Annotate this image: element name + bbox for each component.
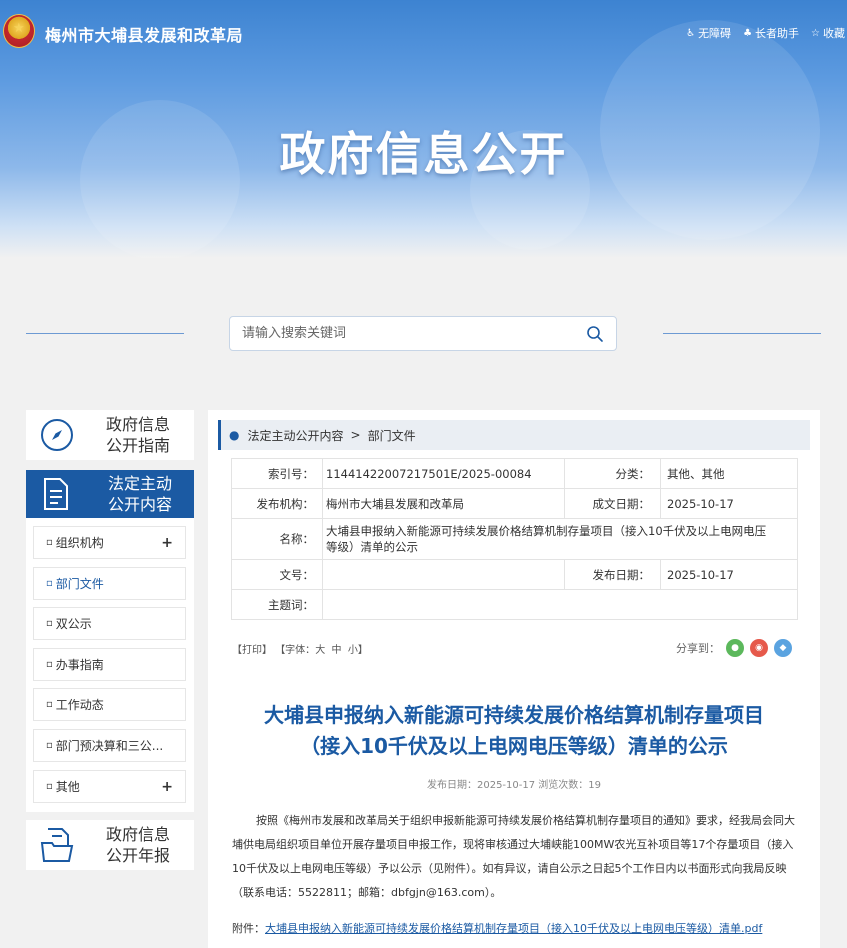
sidebar-item-service-guide[interactable]: ▫ 办事指南 bbox=[33, 648, 186, 681]
breadcrumb: ● 法定主动公开内容 > 部门文件 bbox=[218, 420, 810, 450]
breadcrumb-separator: > bbox=[350, 428, 361, 442]
meta-index-label: 索引号： bbox=[231, 458, 323, 489]
favorite-link[interactable]: ☆ 收藏 bbox=[811, 25, 845, 41]
meta-category-value: 其他、其他 bbox=[660, 458, 798, 489]
font-medium-button[interactable]: 中 bbox=[332, 645, 342, 656]
sidebar-annual-line2: 公开年报 bbox=[106, 846, 171, 865]
meta-category-label: 分类： bbox=[564, 458, 661, 489]
top-links: ♿ 无障碍 ♣ 长者助手 ☆ 收藏 bbox=[686, 25, 845, 41]
sidebar-item-label: 组织机构 bbox=[55, 536, 104, 550]
sidebar-item-other[interactable]: ▫ 其他 + bbox=[33, 770, 186, 803]
share-label: 分享到： bbox=[676, 642, 720, 655]
breadcrumb-current[interactable]: 部门文件 bbox=[368, 427, 416, 444]
sidebar-item-double-publicity[interactable]: ▫ 双公示 bbox=[33, 607, 186, 640]
doc-icon: ▫ bbox=[46, 740, 53, 751]
location-pin-icon: ● bbox=[229, 428, 240, 442]
accessibility-link[interactable]: ♿ 无障碍 bbox=[686, 25, 731, 41]
meta-index-value: 11441422007217501E/2025-00084 bbox=[322, 458, 565, 489]
article-title-line1: 大埔县申报纳入新能源可持续发展价格结算机制存量项目 bbox=[264, 703, 764, 727]
article-title-line2: （接入10千伏及以上电网电压等级）清单的公示 bbox=[300, 734, 728, 758]
meta-keywords-label: 主题词： bbox=[231, 589, 323, 620]
sidebar-item-label: 双公示 bbox=[55, 617, 92, 631]
article-tools: 【打印】 【字体：大 中 小】 bbox=[232, 641, 368, 656]
meta-date-created-label: 成文日期： bbox=[564, 488, 661, 519]
sidebar-item-dept-docs[interactable]: ▫ 部门文件 bbox=[33, 567, 186, 600]
sidebar-item-budget[interactable]: ▫ 部门预决算和三公... bbox=[33, 729, 186, 762]
compass-icon bbox=[41, 419, 73, 451]
attachment: 附件：大埔县申报纳入新能源可持续发展价格结算机制存量项目（接入10千伏及以上电网… bbox=[232, 920, 762, 936]
elder-assist-icon: ♣ bbox=[743, 27, 753, 39]
font-small-button[interactable]: 小 bbox=[348, 645, 358, 656]
sidebar-guide-line1: 政府信息 bbox=[106, 415, 171, 434]
expand-icon[interactable]: + bbox=[161, 779, 173, 795]
search-input[interactable] bbox=[230, 317, 570, 350]
qq-share-icon[interactable]: ◆ bbox=[774, 639, 792, 657]
meta-org-label: 发布机构： bbox=[231, 488, 323, 519]
accessibility-icon: ♿ bbox=[686, 27, 696, 39]
favorite-label: 收藏 bbox=[823, 27, 845, 40]
doc-icon: ▫ bbox=[46, 578, 53, 589]
meta-date-published-label: 发布日期： bbox=[564, 559, 661, 590]
document-meta-table: 索引号： 11441422007217501E/2025-00084 分类： 其… bbox=[231, 458, 798, 620]
doc-icon: ▫ bbox=[46, 537, 53, 548]
sidebar-item-work-news[interactable]: ▫ 工作动态 bbox=[33, 688, 186, 721]
meta-name-value: 大埔县申报纳入新能源可持续发展价格结算机制存量项目（接入10千伏及以上电网电压等… bbox=[322, 518, 798, 560]
document-icon bbox=[44, 478, 68, 510]
sidebar-active-line2: 公开内容 bbox=[108, 495, 173, 514]
meta-keywords-value bbox=[322, 589, 798, 620]
sidebar-item-label: 部门预决算和三公... bbox=[55, 739, 164, 753]
banner-title: 政府信息公开 bbox=[279, 127, 568, 181]
font-size-suffix: 】 bbox=[357, 645, 368, 656]
sidebar-guide[interactable]: 政府信息 公开指南 bbox=[26, 410, 194, 460]
report-folder-icon bbox=[40, 828, 74, 862]
share-bar: 分享到： ● ◉ ◆ bbox=[676, 639, 792, 657]
sidebar-active-line1: 法定主动 bbox=[108, 474, 173, 493]
sidebar-item-label: 工作动态 bbox=[55, 698, 104, 712]
sidebar-item-org[interactable]: ▫ 组织机构 + bbox=[33, 526, 186, 559]
sidebar-menu: ▫ 组织机构 + ▫ 部门文件 ▫ 双公示 ▫ 办事指南 ▫ 工作动态 ▫ 部门… bbox=[26, 518, 194, 812]
doc-icon: ▫ bbox=[46, 659, 53, 670]
meta-date-created-value: 2025-10-17 bbox=[660, 488, 798, 519]
meta-name-label: 名称： bbox=[231, 518, 323, 560]
sidebar-item-label: 办事指南 bbox=[55, 658, 104, 672]
search-box bbox=[229, 316, 617, 351]
meta-docno-value bbox=[322, 559, 565, 590]
attachment-link[interactable]: 大埔县申报纳入新能源可持续发展价格结算机制存量项目（接入10千伏及以上电网电压等… bbox=[265, 922, 762, 935]
doc-icon: ▫ bbox=[46, 699, 53, 710]
site-name[interactable]: 梅州市大埔县发展和改革局 bbox=[45, 22, 243, 46]
doc-icon: ▫ bbox=[46, 781, 53, 792]
expand-icon[interactable]: + bbox=[161, 535, 173, 551]
search-icon[interactable] bbox=[586, 325, 604, 343]
search-divider-left bbox=[26, 333, 184, 334]
doc-icon: ▫ bbox=[46, 618, 53, 629]
sidebar-annual-report[interactable]: 政府信息 公开年报 bbox=[26, 820, 194, 870]
national-emblem-icon bbox=[3, 14, 35, 48]
header-banner: 梅州市大埔县发展和改革局 ♿ 无障碍 ♣ 长者助手 ☆ 收藏 政府信息公开 bbox=[0, 0, 847, 258]
attachment-label: 附件： bbox=[232, 922, 265, 935]
search-divider-right bbox=[663, 333, 821, 334]
meta-docno-label: 文号： bbox=[231, 559, 323, 590]
meta-date-published-value: 2025-10-17 bbox=[660, 559, 798, 590]
print-button[interactable]: 【打印】 bbox=[232, 645, 272, 656]
article-info: 发布日期：2025-10-17 浏览次数：19 bbox=[426, 780, 602, 791]
wechat-share-icon[interactable]: ● bbox=[726, 639, 744, 657]
article-body: 按照《梅州市发展和改革局关于组织申报新能源可持续发展价格结算机制存量项目的通知》… bbox=[232, 814, 795, 899]
accessibility-label: 无障碍 bbox=[698, 27, 732, 40]
font-large-button[interactable]: 大 bbox=[315, 645, 325, 656]
sidebar-annual-line1: 政府信息 bbox=[106, 825, 171, 844]
sidebar-active-section[interactable]: 法定主动 公开内容 bbox=[26, 470, 194, 518]
sidebar-item-label: 其他 bbox=[55, 780, 80, 794]
sidebar-item-label: 部门文件 bbox=[55, 577, 104, 591]
sidebar-guide-line2: 公开指南 bbox=[106, 436, 171, 455]
weibo-share-icon[interactable]: ◉ bbox=[750, 639, 768, 657]
font-size-prefix: 【字体： bbox=[275, 645, 316, 656]
main-content: ● 法定主动公开内容 > 部门文件 索引号： 11441422007217501… bbox=[208, 410, 820, 948]
star-icon: ☆ bbox=[811, 27, 820, 39]
meta-org-value: 梅州市大埔县发展和改革局 bbox=[322, 488, 565, 519]
elder-assist-label: 长者助手 bbox=[755, 27, 800, 40]
elder-assist-link[interactable]: ♣ 长者助手 bbox=[743, 25, 799, 41]
breadcrumb-parent[interactable]: 法定主动公开内容 bbox=[247, 427, 343, 444]
